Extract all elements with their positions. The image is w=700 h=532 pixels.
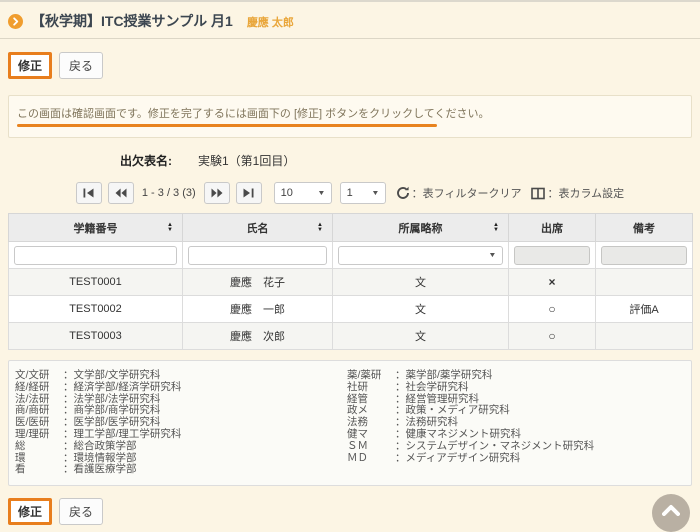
column-header-label: 氏名 bbox=[247, 223, 269, 235]
sort-icon[interactable]: ▲▼ bbox=[317, 223, 323, 233]
cell-note bbox=[596, 269, 693, 296]
column-header-label: 学籍番号 bbox=[74, 223, 118, 235]
notice-text: この画面は確認画面です。修正を完了するには画面下の [修正] ボタンをクリックし… bbox=[17, 105, 683, 121]
chevron-up-icon bbox=[662, 504, 680, 516]
bottom-action-bar: 修正 戻る bbox=[8, 498, 692, 525]
top-action-bar: 修正 戻る bbox=[8, 52, 692, 79]
legend-item: 健マ：健康マネジメント研究科 bbox=[347, 429, 685, 441]
legend-item: 社研：社会学研究科 bbox=[347, 382, 685, 394]
cell-name: 慶應 一郎 bbox=[183, 296, 333, 323]
student-id-filter-input[interactable] bbox=[14, 246, 177, 265]
scroll-to-top-button[interactable] bbox=[652, 494, 690, 532]
column-config-control: ：表カラム設定 bbox=[531, 185, 624, 201]
attendance-table: 学籍番号▲▼氏名▲▼所属略称▲▼出席備考 ▼ TEST0001慶應 bbox=[8, 213, 692, 350]
modify-button-bottom[interactable]: 修正 bbox=[8, 498, 52, 525]
note-filter-input bbox=[601, 246, 687, 265]
legend-item: 経/経研：経済学部/経済学研究科 bbox=[15, 382, 347, 394]
chevron-down-icon: ▼ bbox=[317, 190, 325, 197]
back-button-bottom[interactable]: 戻る bbox=[59, 498, 103, 525]
filter-clear-control: ：表フィルタークリア bbox=[396, 185, 522, 201]
cell-attendance: ○ bbox=[509, 296, 596, 323]
next-page-button[interactable] bbox=[204, 182, 230, 204]
confirmation-notice: この画面は確認画面です。修正を完了するには画面下の [修正] ボタンをクリックし… bbox=[8, 95, 692, 138]
column-header: 出席 bbox=[509, 214, 596, 242]
legend-item: ＳＭ：システムデザイン・マネジメント研究科 bbox=[347, 441, 685, 453]
page-size-value: 10 bbox=[281, 187, 293, 199]
cell-student-id: TEST0001 bbox=[9, 269, 183, 296]
cell-name: 慶應 花子 bbox=[183, 269, 333, 296]
pagination-range: 1 - 3 / 3 (3) bbox=[142, 187, 196, 199]
page-title: 【秋学期】ITC授業サンプル 月1 bbox=[31, 11, 233, 31]
affiliation-legend: 文/文研：文学部/文学研究科経/経研：経済学部/経済学研究科法/法研：法学部/法… bbox=[8, 360, 692, 486]
notice-underline bbox=[17, 124, 437, 127]
modify-button-top[interactable]: 修正 bbox=[8, 52, 52, 79]
last-page-icon bbox=[243, 188, 254, 198]
table-row: TEST0003慶應 次郎文○ bbox=[9, 323, 693, 350]
column-header-label: 所属略称 bbox=[399, 223, 443, 235]
page-number-value: 1 bbox=[347, 187, 353, 199]
pagination-bar: 1 - 3 / 3 (3) 10 ▼ 1 ▼ ：表フィルタークリア bbox=[8, 182, 692, 204]
page-number-select[interactable]: 1 ▼ bbox=[340, 182, 386, 204]
header-divider bbox=[0, 38, 700, 39]
cell-attendance: ○ bbox=[509, 323, 596, 350]
table-row: TEST0001慶應 花子文× bbox=[9, 269, 693, 296]
table-filter-row: ▼ bbox=[9, 242, 693, 269]
table-row: TEST0002慶應 一郎文○評価A bbox=[9, 296, 693, 323]
user-name[interactable]: 慶應 太郎 bbox=[247, 12, 294, 30]
prev-page-button[interactable] bbox=[108, 182, 134, 204]
cell-attendance: × bbox=[509, 269, 596, 296]
legend-item: 看：看護医療学部 bbox=[15, 464, 347, 476]
column-config-label: ：表カラム設定 bbox=[547, 185, 624, 201]
sheet-name-row: 出欠表名: 実験1（第1回目） bbox=[8, 152, 692, 169]
legend-col-left: 文/文研：文学部/文学研究科経/経研：経済学部/経済学研究科法/法研：法学部/法… bbox=[15, 370, 347, 476]
sheet-name-value: 実験1（第1回目） bbox=[198, 152, 295, 169]
cell-student-id: TEST0003 bbox=[9, 323, 183, 350]
refresh-icon[interactable] bbox=[396, 186, 410, 200]
affiliation-filter-select[interactable]: ▼ bbox=[338, 246, 503, 265]
first-page-icon bbox=[83, 188, 94, 198]
next-page-icon bbox=[211, 188, 223, 198]
page-size-select[interactable]: 10 ▼ bbox=[274, 182, 332, 204]
chevron-down-icon: ▼ bbox=[488, 252, 496, 259]
column-header: 備考 bbox=[596, 214, 693, 242]
filter-clear-label: ：表フィルタークリア bbox=[412, 185, 522, 201]
chevron-down-icon: ▼ bbox=[371, 190, 379, 197]
sheet-name-label: 出欠表名: bbox=[120, 152, 172, 169]
back-button-top[interactable]: 戻る bbox=[59, 52, 103, 79]
legend-item: ＭＤ：メディアデザイン研究科 bbox=[347, 453, 685, 465]
attendance-filter-input bbox=[514, 246, 590, 265]
prev-page-icon bbox=[115, 188, 127, 198]
table-header-row: 学籍番号 ▲▼ 氏名 ▲▼ 所属略称 ▲▼ 出席 備考 bbox=[9, 214, 693, 242]
legend-col-right: 薬/薬研：薬学部/薬学研究科社研：社会学研究科経管：経営管理研究科政メ：政策・メ… bbox=[347, 370, 685, 476]
table-columns-icon[interactable] bbox=[531, 187, 545, 200]
table-body: TEST0001慶應 花子文×TEST0002慶應 一郎文○評価ATEST000… bbox=[9, 269, 693, 350]
cell-affiliation: 文 bbox=[333, 269, 509, 296]
column-header-label: 出席 bbox=[541, 223, 563, 235]
breadcrumb: 【秋学期】ITC授業サンプル 月1 慶應 太郎 bbox=[8, 11, 692, 31]
chevron-right-circle-icon bbox=[8, 14, 23, 29]
cell-affiliation: 文 bbox=[333, 323, 509, 350]
column-header[interactable]: 所属略称 ▲▼ bbox=[333, 214, 509, 242]
legend-item: 理/理研：理工学部/理工学研究科 bbox=[15, 429, 347, 441]
last-page-button[interactable] bbox=[236, 182, 262, 204]
column-header-label: 備考 bbox=[633, 223, 655, 235]
column-header[interactable]: 氏名 ▲▼ bbox=[183, 214, 333, 242]
first-page-button[interactable] bbox=[76, 182, 102, 204]
cell-student-id: TEST0002 bbox=[9, 296, 183, 323]
sort-icon[interactable]: ▲▼ bbox=[167, 223, 173, 233]
cell-note bbox=[596, 323, 693, 350]
sort-icon[interactable]: ▲▼ bbox=[493, 223, 499, 233]
legend-item: 総：総合政策学部 bbox=[15, 441, 347, 453]
cell-affiliation: 文 bbox=[333, 296, 509, 323]
cell-name: 慶應 次郎 bbox=[183, 323, 333, 350]
column-header[interactable]: 学籍番号 ▲▼ bbox=[9, 214, 183, 242]
name-filter-input[interactable] bbox=[188, 246, 327, 265]
cell-note: 評価A bbox=[596, 296, 693, 323]
